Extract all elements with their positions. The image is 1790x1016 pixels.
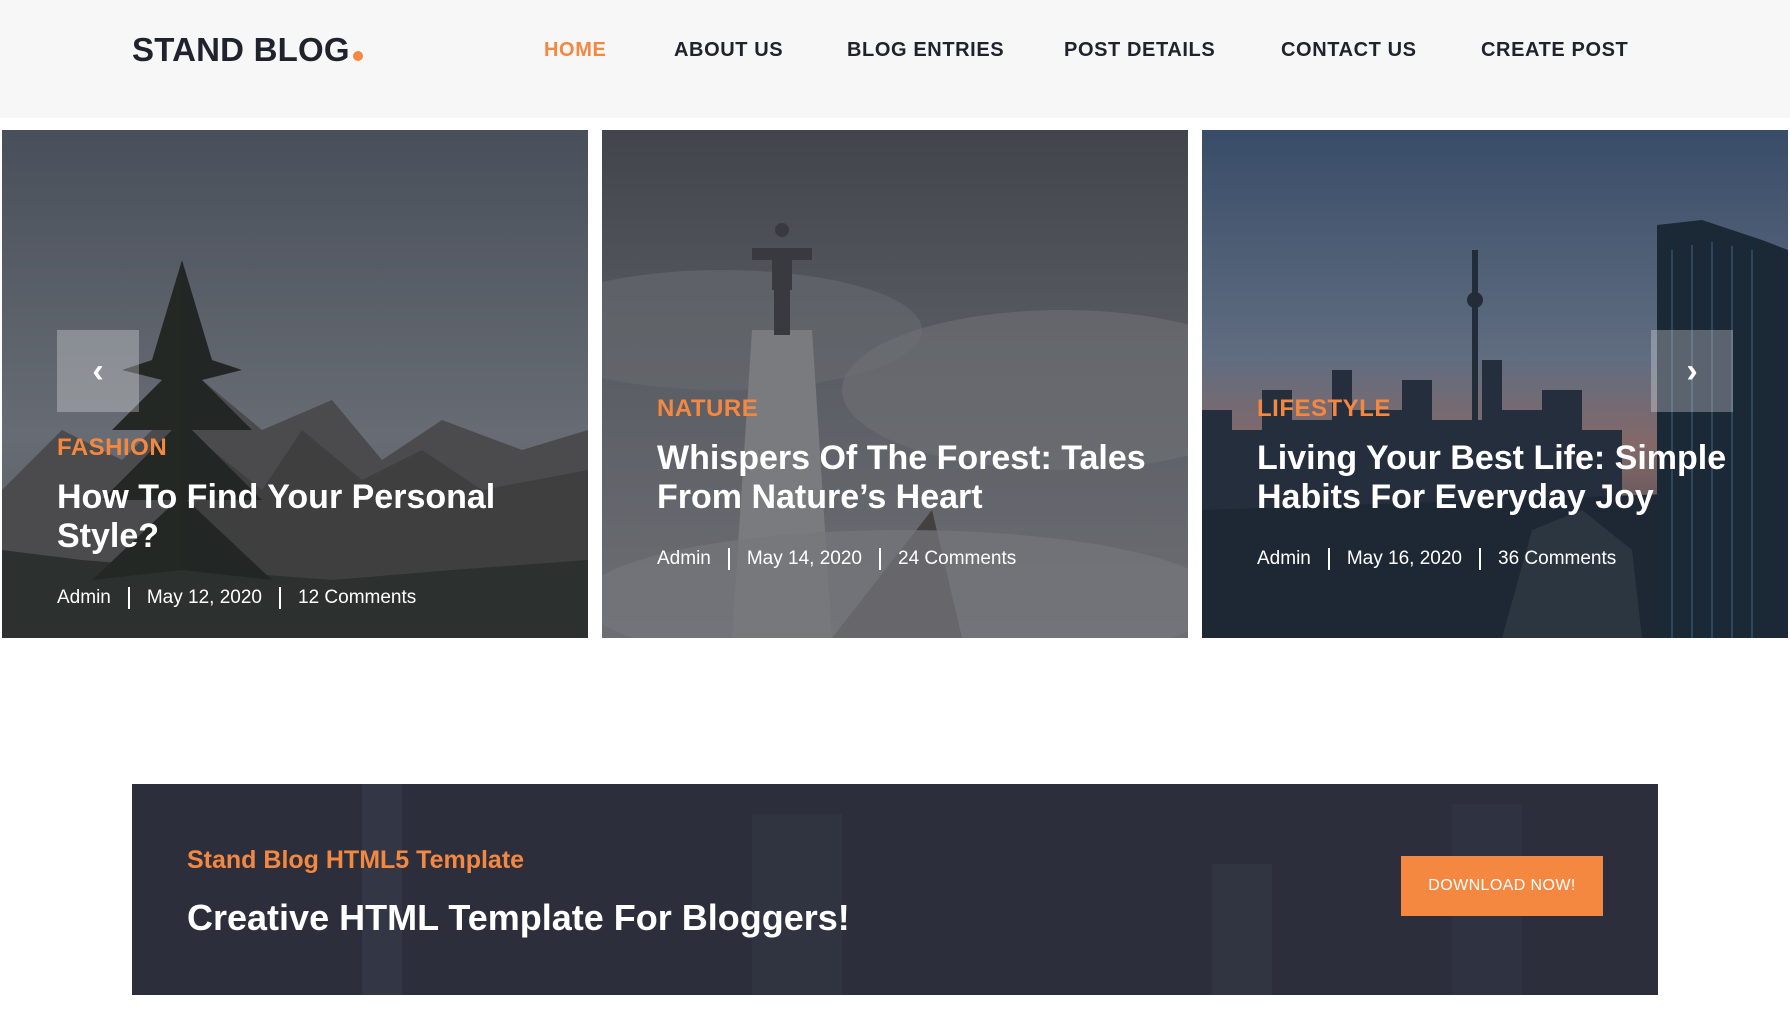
nav-blog-entries[interactable]: BLOG ENTRIES [847,36,1004,64]
slider-prev-button[interactable]: ‹ [57,330,139,412]
post-comments[interactable]: 12 Comments [298,586,416,610]
meta-divider [1327,548,1330,570]
meta-divider [879,548,881,570]
post-author[interactable]: Admin [57,586,111,610]
slide-content: FASHION How To Find Your Personal Style?… [57,432,578,610]
download-now-button[interactable]: DOWNLOAD NOW! [1401,856,1603,916]
post-title[interactable]: How To Find Your Personal Style? [57,478,578,556]
post-meta: Admin May 14, 2020 24 Comments [657,547,1178,571]
nav-create-post[interactable]: CREATE POST [1481,36,1628,64]
cta-title: Creative HTML Template For Bloggers! [187,897,850,938]
post-date[interactable]: May 16, 2020 [1347,547,1462,571]
post-title[interactable]: Whispers Of The Forest: Tales From Natur… [657,439,1178,517]
post-author[interactable]: Admin [1257,547,1311,571]
post-meta: Admin May 12, 2020 12 Comments [57,586,578,610]
nav-about-us[interactable]: ABOUT US [674,36,783,64]
post-category[interactable]: FASHION [57,432,578,464]
site-header: STAND BLOG HOME ABOUT US BLOG ENTRIES PO… [0,0,1790,118]
main-nav: HOME ABOUT US BLOG ENTRIES POST DETAILS … [0,36,1790,64]
call-to-action-banner: Stand Blog HTML5 Template Creative HTML … [132,784,1658,995]
nav-home[interactable]: HOME [544,36,606,64]
nav-post-details[interactable]: POST DETAILS [1064,36,1215,64]
meta-divider [127,587,130,609]
post-comments[interactable]: 24 Comments [898,547,1016,571]
slide-content: NATURE Whispers Of The Forest: Tales Fro… [657,393,1178,571]
slide-content: LIFESTYLE Living Your Best Life: Simple … [1257,393,1778,571]
meta-divider [1479,548,1481,570]
chevron-left-icon: ‹ [92,351,104,390]
slider-next-button[interactable]: › [1651,330,1733,412]
post-meta: Admin May 16, 2020 36 Comments [1257,547,1778,571]
featured-posts-slider: FASHION How To Find Your Personal Style?… [0,130,1790,640]
meta-divider [279,587,281,609]
slide-nature[interactable]: NATURE Whispers Of The Forest: Tales Fro… [602,130,1188,638]
post-comments[interactable]: 36 Comments [1498,547,1616,571]
post-category[interactable]: NATURE [657,393,1178,425]
cta-subtitle: Stand Blog HTML5 Template [187,846,525,874]
chevron-right-icon: › [1686,351,1698,390]
nav-contact-us[interactable]: CONTACT US [1281,36,1417,64]
post-author[interactable]: Admin [657,547,711,571]
post-date[interactable]: May 12, 2020 [147,586,262,610]
post-title[interactable]: Living Your Best Life: Simple Habits For… [1257,439,1778,517]
meta-divider [727,548,730,570]
post-date[interactable]: May 14, 2020 [747,547,862,571]
